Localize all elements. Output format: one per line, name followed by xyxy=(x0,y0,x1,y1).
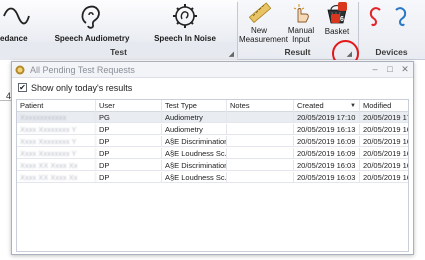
impedance-button[interactable]: edance xyxy=(0,0,32,43)
table-row[interactable]: Xxxx Xxxxxxxx Y DP Audiometry 20/05/2019… xyxy=(17,124,408,135)
grid-header-row: Patient User Test Type Notes Created ▼ M… xyxy=(17,100,408,112)
manual-input-button[interactable]: Manual Input xyxy=(283,0,319,44)
basket-badge: 6 xyxy=(340,16,344,23)
right-ear-icon xyxy=(369,7,381,27)
cell-patient: Xxxx Xxxxxxxx Y xyxy=(17,136,96,147)
cell-user: DP xyxy=(96,124,162,135)
column-header-user[interactable]: User xyxy=(96,100,162,112)
cell-modified: 20/05/2019 17:10 xyxy=(363,113,408,122)
right-ear-button[interactable] xyxy=(366,0,386,30)
column-header-test-type[interactable]: Test Type xyxy=(162,100,227,112)
requests-grid: Patient User Test Type Notes Created ▼ M… xyxy=(16,99,409,252)
manual-input-label-2: Input xyxy=(292,35,310,44)
cell-created: 20/05/2019 16:09 xyxy=(294,136,360,147)
speech-in-noise-icon xyxy=(173,4,197,28)
cell-created: 20/05/2019 17:10 xyxy=(294,112,360,123)
cell-test-type: A§E Loudness Sc... xyxy=(162,172,227,183)
cell-modified: 20/05/2019 16:13 xyxy=(363,137,408,146)
speech-audiometry-icon xyxy=(81,5,100,29)
sort-descending-icon: ▼ xyxy=(350,103,356,109)
cell-user: DP xyxy=(96,136,162,147)
cell-created: 20/05/2019 16:13 xyxy=(294,124,360,135)
left-ear-button[interactable] xyxy=(390,0,410,30)
cell-patient: Xxxx XX Xxxx Xx xyxy=(17,160,96,171)
window-titlebar[interactable]: All Pending Test Requests – □ ✕ xyxy=(12,62,413,78)
cell-created: 20/05/2019 16:03 xyxy=(294,160,360,171)
cell-user: DP xyxy=(96,148,162,159)
test-group-launcher-icon[interactable]: ◢ xyxy=(229,50,234,58)
table-row[interactable]: Xxxxxxxxxxxx PG Audiometry 20/05/2019 17… xyxy=(17,112,408,123)
manual-input-label-1: Manual xyxy=(287,26,315,35)
cell-patient: Xxxx Xxxxxxxx Y xyxy=(17,148,96,159)
cell-test-type: Audiometry xyxy=(162,124,227,135)
table-row[interactable]: Xxxx Xxxxxxxx Y DP A§E Discrimination 20… xyxy=(17,136,408,147)
new-measurement-label-2: Measurement xyxy=(239,35,288,44)
cell-notes xyxy=(227,148,294,159)
pointer-hand-icon xyxy=(293,4,309,23)
impedance-button-label: edance xyxy=(0,34,28,43)
column-header-created[interactable]: Created ▼ xyxy=(294,100,360,112)
ribbon: edance Speech Audiometry Speech In Noise… xyxy=(0,0,425,60)
table-row[interactable]: Xxxx XX Xxxx Xx DP A§E Discrimination 20… xyxy=(17,160,408,171)
devices-group-label: Devices xyxy=(375,47,408,57)
cell-notes xyxy=(227,172,294,183)
speech-audiometry-label: Speech Audiometry xyxy=(54,34,130,43)
ruler-icon xyxy=(248,2,272,24)
cell-patient: Xxxxxxxxxxxx xyxy=(17,112,96,123)
cell-modified: 20/05/2019 16:13 xyxy=(363,125,408,134)
basket-label: Basket xyxy=(324,27,350,36)
minimize-button[interactable]: – xyxy=(369,63,381,76)
cell-notes xyxy=(227,160,294,171)
dialog-toolbar: ✔ Show only today's results xyxy=(12,79,413,97)
app-icon xyxy=(15,65,25,75)
pending-test-requests-window: All Pending Test Requests – □ ✕ ✔ Show o… xyxy=(11,61,414,255)
column-header-patient[interactable]: Patient xyxy=(17,100,96,112)
speech-audiometry-button[interactable]: Speech Audiometry xyxy=(48,0,136,43)
cell-modified: 20/05/2019 16:07 xyxy=(363,173,408,182)
cell-created: 20/05/2019 16:03 xyxy=(294,172,360,183)
cell-patient: Xxxx Xxxxxxxx Y xyxy=(17,124,96,135)
column-header-notes[interactable]: Notes xyxy=(227,100,294,112)
cell-test-type: A§E Loudness Sc... xyxy=(162,148,227,159)
cell-user: PG xyxy=(96,112,162,123)
new-measurement-button[interactable]: New Measurement xyxy=(239,0,288,44)
speech-in-noise-label: Speech In Noise xyxy=(154,34,216,43)
maximize-button[interactable]: □ xyxy=(384,63,396,76)
ribbon-group-devices: Devices xyxy=(358,0,425,60)
cell-created: 20/05/2019 16:09 xyxy=(294,148,360,159)
column-header-created-label: Created xyxy=(297,101,324,110)
cell-test-type: Audiometry xyxy=(162,112,227,123)
basket-button[interactable]: 6 Basket xyxy=(321,0,353,36)
cell-modified: 20/05/2019 16:13 xyxy=(363,149,408,158)
window-title: All Pending Test Requests xyxy=(30,65,135,75)
column-header-modified[interactable]: Modified xyxy=(360,100,408,112)
impedance-icon xyxy=(3,7,30,25)
cell-modified: 20/05/2019 16:07 xyxy=(363,161,408,170)
test-group-label: Test xyxy=(110,47,127,57)
speech-in-noise-button[interactable]: Speech In Noise xyxy=(140,0,230,43)
cell-notes xyxy=(227,136,294,147)
cell-notes xyxy=(227,112,294,123)
cell-notes xyxy=(227,124,294,135)
cell-patient: Xxxx XX Xxxx Xx xyxy=(17,172,96,183)
new-measurement-label-1: New xyxy=(250,26,267,35)
close-button[interactable]: ✕ xyxy=(399,63,411,76)
left-ear-icon xyxy=(395,7,407,27)
table-row[interactable]: Xxxx Xxxxxxxx Y DP A§E Loudness Sc... 20… xyxy=(17,148,408,159)
cell-test-type: A§E Discrimination xyxy=(162,136,227,147)
cell-user: DP xyxy=(96,160,162,171)
ribbon-group-test: edance Speech Audiometry Speech In Noise… xyxy=(0,0,237,60)
table-row[interactable]: Xxxx XX Xxxx Xx DP A§E Loudness Sc... 20… xyxy=(17,172,408,183)
cell-user: DP xyxy=(96,172,162,183)
cell-test-type: A§E Discrimination xyxy=(162,160,227,171)
show-today-checkbox[interactable]: ✔ xyxy=(18,83,27,92)
show-today-label[interactable]: Show only today's results xyxy=(31,83,132,93)
